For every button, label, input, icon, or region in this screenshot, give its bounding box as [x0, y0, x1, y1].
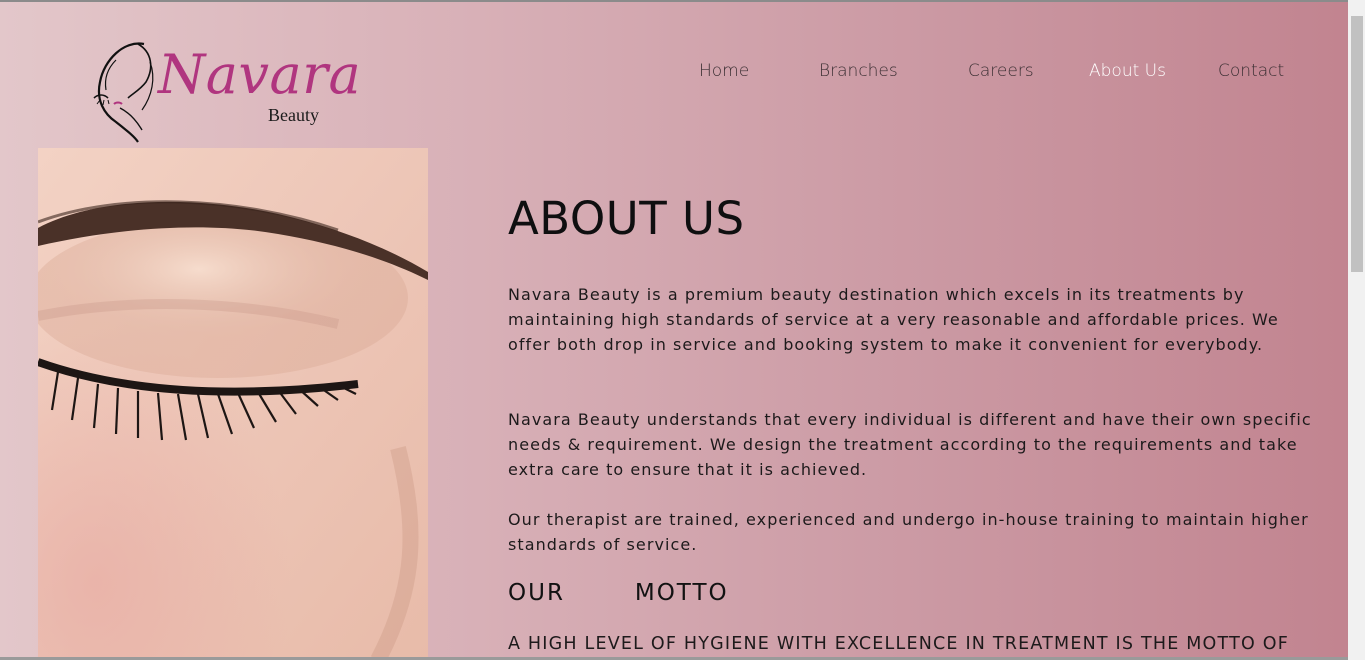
about-paragraph-1: Navara Beauty is a premium beauty destin… [508, 285, 1279, 354]
about-paragraph-2: Navara Beauty understands that every ind… [508, 410, 1312, 479]
nav-careers[interactable]: Careers [968, 61, 1034, 81]
about-paragraph-3: Our therapist are trained, experienced a… [508, 510, 1309, 554]
main-nav: Home Branches Careers About Us Contact [0, 58, 1365, 88]
nav-home[interactable]: Home [699, 61, 749, 81]
nav-branches[interactable]: Branches [819, 61, 898, 81]
motto-text: A HIGH LEVEL OF HYGIENE WITH EXCELLENCE … [508, 634, 1289, 654]
top-border [0, 0, 1365, 2]
scrollbar-thumb[interactable] [1351, 16, 1363, 272]
closed-eye-photo [38, 148, 428, 660]
motto-heading: OUR MOTTO [508, 580, 729, 606]
nav-about-us[interactable]: About Us [1089, 61, 1166, 81]
logo-subtitle: Beauty [268, 105, 319, 125]
page: Navara Beauty Home Branches Careers Abou… [0, 0, 1365, 660]
page-title: ABOUT US [508, 192, 745, 245]
nav-contact[interactable]: Contact [1218, 61, 1284, 81]
